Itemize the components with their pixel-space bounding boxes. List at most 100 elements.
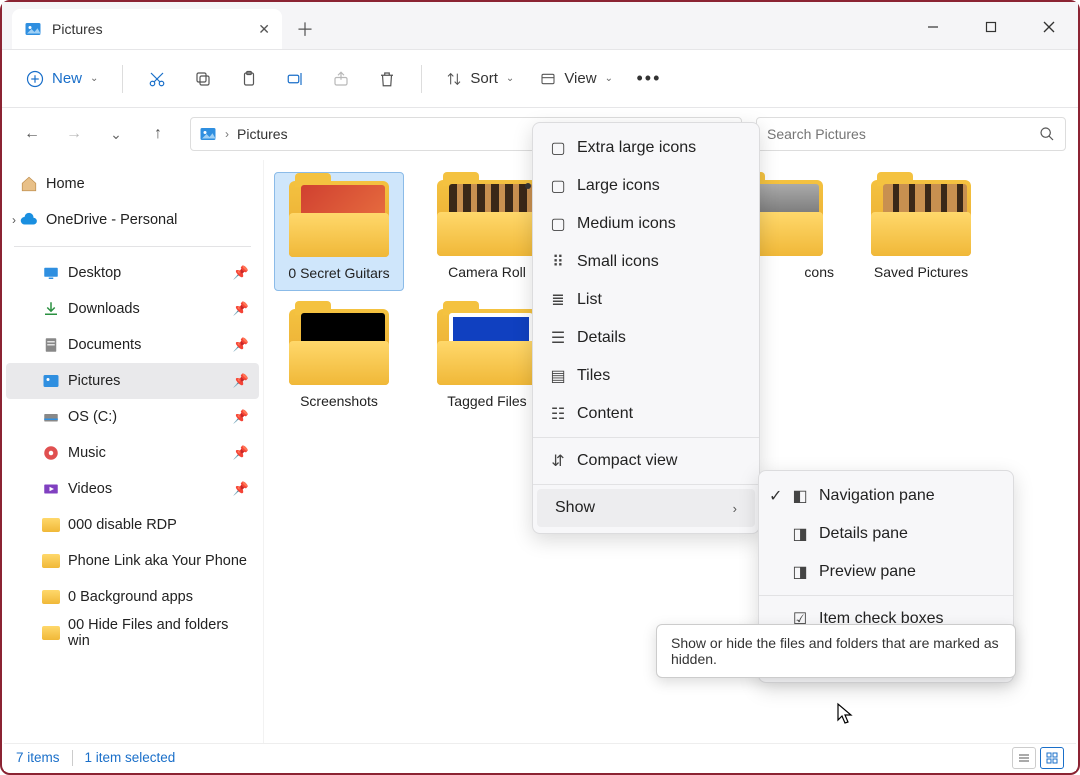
view-button[interactable]: View ⌄ xyxy=(530,64,623,93)
view-toggles xyxy=(1012,747,1064,769)
sidebar-label: Home xyxy=(46,176,85,192)
menu-item-large-icons[interactable]: ▢Large icons xyxy=(537,167,755,205)
menu-item-content[interactable]: ☷Content xyxy=(537,395,755,433)
cloud-icon xyxy=(20,211,38,229)
forward-button[interactable]: → xyxy=(56,116,92,152)
new-label: New xyxy=(52,70,82,87)
sidebar-item-documents[interactable]: Documents📌 xyxy=(6,327,259,363)
up-button[interactable]: ↑ xyxy=(140,116,176,152)
menu-separator xyxy=(759,595,1013,596)
menu-item-small-icons[interactable]: ⠿Small icons xyxy=(537,243,755,281)
sidebar-item-videos[interactable]: Videos📌 xyxy=(6,471,259,507)
sidebar-item-folder[interactable]: 000 disable RDP xyxy=(6,507,259,543)
menu-item-show[interactable]: Show› xyxy=(537,489,755,527)
drive-icon xyxy=(42,408,60,426)
sidebar-label: Phone Link aka Your Phone xyxy=(68,553,247,569)
menu-separator xyxy=(533,484,759,485)
new-button[interactable]: New ⌄ xyxy=(16,64,108,94)
sidebar-item-folder[interactable]: 00 Hide Files and folders win xyxy=(6,615,259,651)
search-box[interactable] xyxy=(756,117,1066,151)
search-icon[interactable] xyxy=(1039,126,1055,142)
expand-icon[interactable]: › xyxy=(12,213,16,227)
view-icon xyxy=(540,71,556,87)
music-icon xyxy=(42,444,60,462)
menu-item-details-pane[interactable]: ◨Details pane xyxy=(763,515,1009,553)
item-name: 0 Secret Guitars xyxy=(288,265,389,282)
trash-icon xyxy=(378,70,396,88)
sidebar-item-os[interactable]: OS (C:)📌 xyxy=(6,399,259,435)
menu-item-preview-pane[interactable]: ◨Preview pane xyxy=(763,553,1009,591)
sidebar-item-music[interactable]: Music📌 xyxy=(6,435,259,471)
sort-icon xyxy=(446,71,462,87)
folder-item[interactable]: Screenshots xyxy=(274,301,404,418)
new-tab-button[interactable]: ＋ xyxy=(288,12,322,46)
minimize-button[interactable] xyxy=(904,5,962,49)
download-icon xyxy=(42,300,60,318)
delete-button[interactable] xyxy=(367,61,407,97)
menu-item-navigation-pane[interactable]: ✓◧Navigation pane xyxy=(763,477,1009,515)
paste-button[interactable] xyxy=(229,61,269,97)
rename-button[interactable] xyxy=(275,61,315,97)
separator xyxy=(421,65,422,93)
folder-item[interactable]: Saved Pictures xyxy=(856,172,986,291)
menu-item-medium-icons[interactable]: ▢Medium icons xyxy=(537,205,755,243)
sidebar-label: Downloads xyxy=(68,301,140,317)
sort-label: Sort xyxy=(470,70,498,87)
icons-view-toggle[interactable] xyxy=(1040,747,1064,769)
medium-icons-icon: ▢ xyxy=(549,214,567,234)
sidebar-label: 0 Background apps xyxy=(68,589,193,605)
details-view-toggle[interactable] xyxy=(1012,747,1036,769)
item-count: 7 items xyxy=(16,750,60,765)
pin-icon: 📌 xyxy=(233,373,249,389)
tooltip: Show or hide the files and folders that … xyxy=(656,624,1016,678)
breadcrumb-separator: › xyxy=(225,127,229,141)
pane-icon: ◧ xyxy=(791,486,809,506)
sidebar: Home › OneDrive - Personal Desktop📌 Down… xyxy=(2,160,264,743)
menu-item-details[interactable]: ☰Details xyxy=(537,319,755,357)
clipboard-icon xyxy=(240,70,258,88)
sidebar-item-onedrive[interactable]: › OneDrive - Personal xyxy=(6,202,259,238)
breadcrumb[interactable]: Pictures xyxy=(237,126,288,142)
menu-item-extra-large-icons[interactable]: ▢Extra large icons xyxy=(537,129,755,167)
status-bar: 7 items 1 item selected xyxy=(4,743,1076,771)
sidebar-item-pictures[interactable]: Pictures📌 xyxy=(6,363,259,399)
pin-icon: 📌 xyxy=(233,409,249,425)
recent-button[interactable]: ⌄ xyxy=(98,116,134,152)
share-button[interactable] xyxy=(321,61,361,97)
close-button[interactable] xyxy=(1020,5,1078,49)
toolbar: New ⌄ Sort ⌄ View ⌄ ••• xyxy=(2,50,1078,108)
search-input[interactable] xyxy=(767,126,1031,142)
chevron-down-icon: ⌄ xyxy=(605,73,613,84)
check-icon: ✓ xyxy=(769,486,782,506)
menu-item-list[interactable]: ≣List xyxy=(537,281,755,319)
sidebar-item-home[interactable]: Home xyxy=(6,166,259,202)
menu-separator xyxy=(533,437,759,438)
menu-item-tiles[interactable]: ▤Tiles xyxy=(537,357,755,395)
tab-close-icon[interactable]: ✕ xyxy=(258,21,270,38)
home-icon xyxy=(20,175,38,193)
item-name: Saved Pictures xyxy=(874,264,968,281)
video-icon xyxy=(42,480,60,498)
pin-icon: 📌 xyxy=(233,445,249,461)
copy-button[interactable] xyxy=(183,61,223,97)
window-tab[interactable]: Pictures ✕ xyxy=(12,9,282,49)
small-icons-icon: ⠿ xyxy=(549,252,567,272)
menu-item-compact-view[interactable]: ⇵Compact view xyxy=(537,442,755,480)
back-button[interactable]: ← xyxy=(14,116,50,152)
folder-item[interactable]: 0 Secret Guitars xyxy=(274,172,404,291)
maximize-button[interactable] xyxy=(962,5,1020,49)
pane-icon: ◨ xyxy=(791,562,809,582)
pin-icon: 📌 xyxy=(233,301,249,317)
copy-icon xyxy=(194,70,212,88)
sidebar-label: 000 disable RDP xyxy=(68,517,177,533)
share-icon xyxy=(332,70,350,88)
cut-button[interactable] xyxy=(137,61,177,97)
more-button[interactable]: ••• xyxy=(629,61,669,97)
sidebar-item-desktop[interactable]: Desktop📌 xyxy=(6,255,259,291)
sidebar-item-downloads[interactable]: Downloads 📌 xyxy=(6,291,259,327)
sidebar-item-folder[interactable]: 0 Background apps xyxy=(6,579,259,615)
pane-icon: ◨ xyxy=(791,524,809,544)
sidebar-item-folder[interactable]: Phone Link aka Your Phone xyxy=(6,543,259,579)
pin-icon: 📌 xyxy=(233,265,249,281)
sort-button[interactable]: Sort ⌄ xyxy=(436,64,524,93)
